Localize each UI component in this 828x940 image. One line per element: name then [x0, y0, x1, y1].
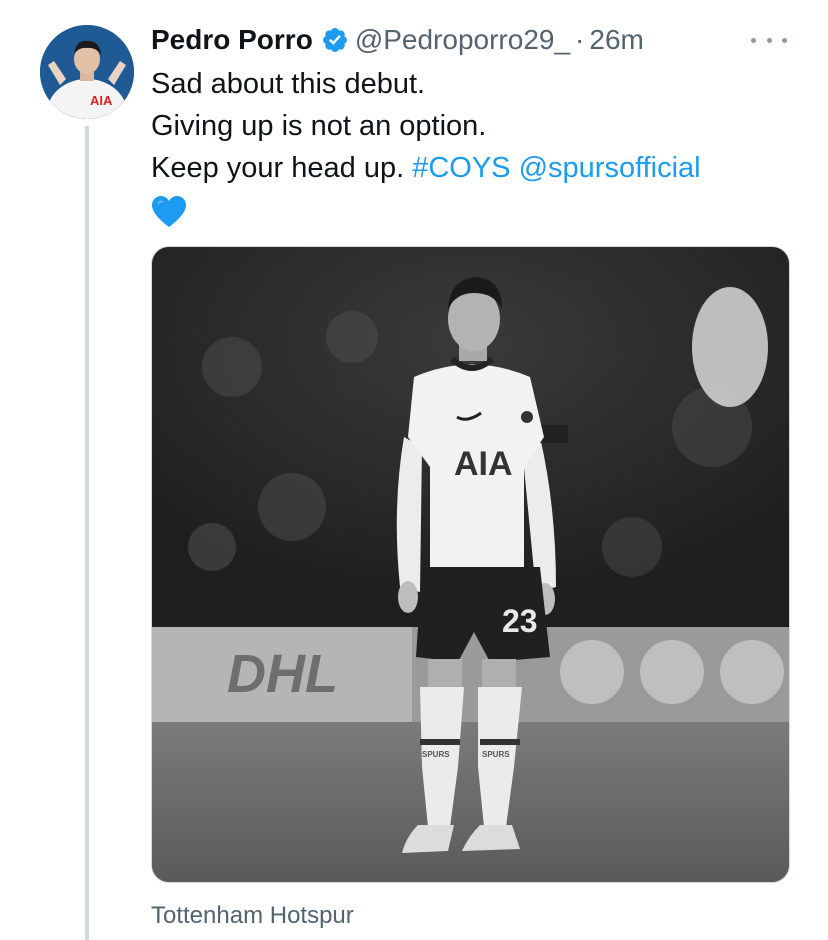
avatar-image: AIA — [40, 25, 134, 119]
tweet-text-line-1: Sad about this debut. — [151, 68, 426, 100]
svg-text:AIA: AIA — [90, 93, 113, 108]
svg-text:SPURS: SPURS — [422, 750, 450, 759]
svg-text:DHL: DHL — [227, 644, 338, 704]
more-icon[interactable] — [751, 30, 787, 50]
verified-badge-icon — [322, 28, 347, 52]
tweet-text-line-3: Keep your head up. #COYS @spursofficial — [151, 147, 801, 189]
display-name[interactable]: Pedro Porro — [151, 22, 313, 58]
separator-dot: · — [575, 24, 585, 55]
blue-heart-icon — [152, 196, 186, 227]
hashtag-link[interactable]: #COYS — [412, 152, 510, 184]
media-caption[interactable]: Tottenham Hotspur — [151, 900, 354, 932]
timestamp[interactable]: 26m — [589, 22, 643, 58]
svg-text:AIA: AIA — [454, 445, 513, 483]
svg-text:23: 23 — [502, 603, 538, 639]
tweet-text-line-2: Giving up is not an option. — [151, 110, 487, 142]
tweet[interactable]: AIA Pedro Porro @Pedroporro29_ · 26m Sad… — [0, 0, 828, 940]
tweet-text: Sad about this debut. Giving up is not a… — [151, 63, 801, 241]
author-handle[interactable]: @Pedroporro29_ — [355, 22, 570, 58]
tweet-text-line-3-prefix: Keep your head up. — [151, 152, 413, 184]
thread-line — [85, 126, 89, 940]
mention-link[interactable]: @spursofficial — [519, 152, 701, 184]
svg-text:SPURS: SPURS — [482, 750, 510, 759]
tweet-header: Pedro Porro @Pedroporro29_ · 26m — [151, 22, 644, 58]
media-photo[interactable]: DHL AIA 23 SPURS SPURS — [151, 246, 790, 883]
avatar[interactable]: AIA — [40, 25, 134, 119]
player-photo: DHL AIA 23 SPURS SPURS — [152, 247, 789, 882]
